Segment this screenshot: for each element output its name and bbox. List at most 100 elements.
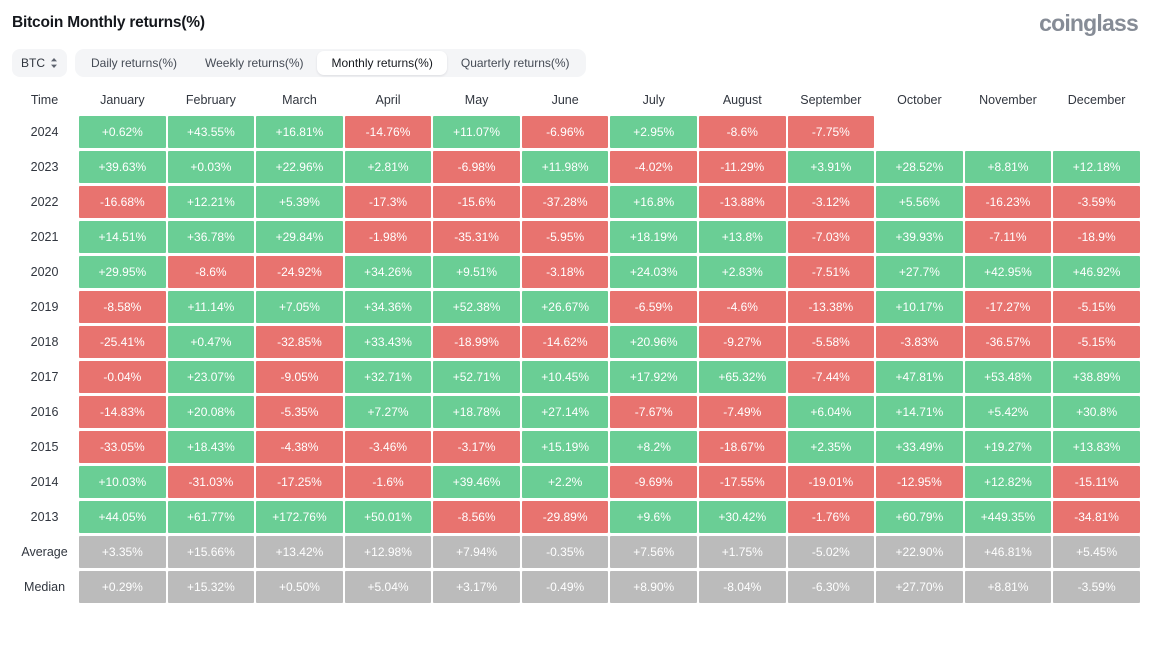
return-cell: +29.84% — [256, 221, 343, 253]
return-cell: +28.52% — [876, 151, 963, 183]
return-cell: +449.35% — [965, 501, 1052, 533]
return-cell: +5.04% — [345, 571, 432, 603]
tab-quarterly-returns[interactable]: Quarterly returns(%) — [447, 51, 584, 75]
column-header-august: August — [699, 87, 786, 113]
row-label-2019: 2019 — [12, 291, 77, 323]
table-row: 2013+44.05%+61.77%+172.76%+50.01%-8.56%-… — [12, 501, 1140, 533]
return-cell: -35.31% — [433, 221, 520, 253]
coinglass-logo: coinglass — [1039, 10, 1138, 37]
return-cell: +60.79% — [876, 501, 963, 533]
return-cell: +10.03% — [79, 466, 166, 498]
return-cell: +16.8% — [610, 186, 697, 218]
tab-daily-returns[interactable]: Daily returns(%) — [77, 51, 191, 75]
return-cell: +30.8% — [1053, 396, 1140, 428]
return-cell: -1.76% — [788, 501, 875, 533]
table-header-row: TimeJanuaryFebruaryMarchAprilMayJuneJuly… — [12, 87, 1140, 113]
column-header-april: April — [345, 87, 432, 113]
return-cell: +39.46% — [433, 466, 520, 498]
return-cell: +0.47% — [168, 326, 255, 358]
return-cell: -18.67% — [699, 431, 786, 463]
symbol-selector[interactable]: BTC — [12, 49, 67, 77]
return-cell: -5.35% — [256, 396, 343, 428]
return-cell: +47.81% — [876, 361, 963, 393]
return-cell: +8.90% — [610, 571, 697, 603]
return-cell: +172.76% — [256, 501, 343, 533]
return-cell: -17.55% — [699, 466, 786, 498]
return-cell: +29.95% — [79, 256, 166, 288]
return-cell: +52.38% — [433, 291, 520, 323]
return-cell: -11.29% — [699, 151, 786, 183]
return-cell: -3.46% — [345, 431, 432, 463]
table-body: 2024+0.62%+43.55%+16.81%-14.76%+11.07%-6… — [12, 116, 1140, 603]
column-header-july: July — [610, 87, 697, 113]
return-cell: -3.83% — [876, 326, 963, 358]
page-title: Bitcoin Monthly returns(%) — [12, 14, 205, 32]
return-cell: +12.18% — [1053, 151, 1140, 183]
controls-bar: BTC Daily returns(%) Weekly returns(%) M… — [0, 46, 1152, 80]
return-cell: +19.27% — [965, 431, 1052, 463]
return-cell: -8.6% — [699, 116, 786, 148]
column-header-february: February — [168, 87, 255, 113]
return-cell: +15.19% — [522, 431, 609, 463]
table-row: 2019-8.58%+11.14%+7.05%+34.36%+52.38%+26… — [12, 291, 1140, 323]
return-cell: -4.6% — [699, 291, 786, 323]
symbol-selector-label: BTC — [21, 56, 45, 70]
table-row: 2023+39.63%+0.03%+22.96%+2.81%-6.98%+11.… — [12, 151, 1140, 183]
return-cell: +13.83% — [1053, 431, 1140, 463]
return-cell: -36.57% — [965, 326, 1052, 358]
return-cell: -5.95% — [522, 221, 609, 253]
table-row: 2015-33.05%+18.43%-4.38%-3.46%-3.17%+15.… — [12, 431, 1140, 463]
return-cell: -0.35% — [522, 536, 609, 568]
return-cell: +0.29% — [79, 571, 166, 603]
return-cell: -3.12% — [788, 186, 875, 218]
tab-weekly-returns[interactable]: Weekly returns(%) — [191, 51, 317, 75]
return-cell: -7.11% — [965, 221, 1052, 253]
return-cell: +5.56% — [876, 186, 963, 218]
return-cell: +7.27% — [345, 396, 432, 428]
return-cell: +11.14% — [168, 291, 255, 323]
return-cell: -0.49% — [522, 571, 609, 603]
return-cell: -25.41% — [79, 326, 166, 358]
return-cell: +18.43% — [168, 431, 255, 463]
return-cell: +8.2% — [610, 431, 697, 463]
row-label-2015: 2015 — [12, 431, 77, 463]
return-cell: +36.78% — [168, 221, 255, 253]
table-row: Median+0.29%+15.32%+0.50%+5.04%+3.17%-0.… — [12, 571, 1140, 603]
return-cell: +7.56% — [610, 536, 697, 568]
row-label-2022: 2022 — [12, 186, 77, 218]
returns-table-container: TimeJanuaryFebruaryMarchAprilMayJuneJuly… — [0, 80, 1152, 606]
return-cell: +24.03% — [610, 256, 697, 288]
return-cell: +5.45% — [1053, 536, 1140, 568]
return-cell: +9.51% — [433, 256, 520, 288]
return-cell: +65.32% — [699, 361, 786, 393]
column-header-december: December — [1053, 87, 1140, 113]
return-cell: +16.81% — [256, 116, 343, 148]
return-cell: -3.59% — [1053, 571, 1140, 603]
row-label-2024: 2024 — [12, 116, 77, 148]
return-cell: +61.77% — [168, 501, 255, 533]
return-cell: -32.85% — [256, 326, 343, 358]
return-cell: -6.59% — [610, 291, 697, 323]
return-cell: -17.27% — [965, 291, 1052, 323]
return-cell: -16.23% — [965, 186, 1052, 218]
return-cell: +34.36% — [345, 291, 432, 323]
table-row: Average+3.35%+15.66%+13.42%+12.98%+7.94%… — [12, 536, 1140, 568]
tab-monthly-returns[interactable]: Monthly returns(%) — [317, 51, 446, 75]
return-cell: +22.96% — [256, 151, 343, 183]
return-cell: +8.81% — [965, 571, 1052, 603]
return-cell: +50.01% — [345, 501, 432, 533]
footer-strip — [0, 639, 1152, 653]
return-cell: -8.58% — [79, 291, 166, 323]
return-cell: +7.05% — [256, 291, 343, 323]
table-row: 2020+29.95%-8.6%-24.92%+34.26%+9.51%-3.1… — [12, 256, 1140, 288]
return-cell: -17.25% — [256, 466, 343, 498]
table-row: 2017-0.04%+23.07%-9.05%+32.71%+52.71%+10… — [12, 361, 1140, 393]
return-cell: +0.50% — [256, 571, 343, 603]
return-cell: +6.04% — [788, 396, 875, 428]
return-cell: +52.71% — [433, 361, 520, 393]
return-cell: +2.95% — [610, 116, 697, 148]
return-cell: -7.44% — [788, 361, 875, 393]
column-header-june: June — [522, 87, 609, 113]
return-cell: +13.8% — [699, 221, 786, 253]
return-cell: -18.9% — [1053, 221, 1140, 253]
